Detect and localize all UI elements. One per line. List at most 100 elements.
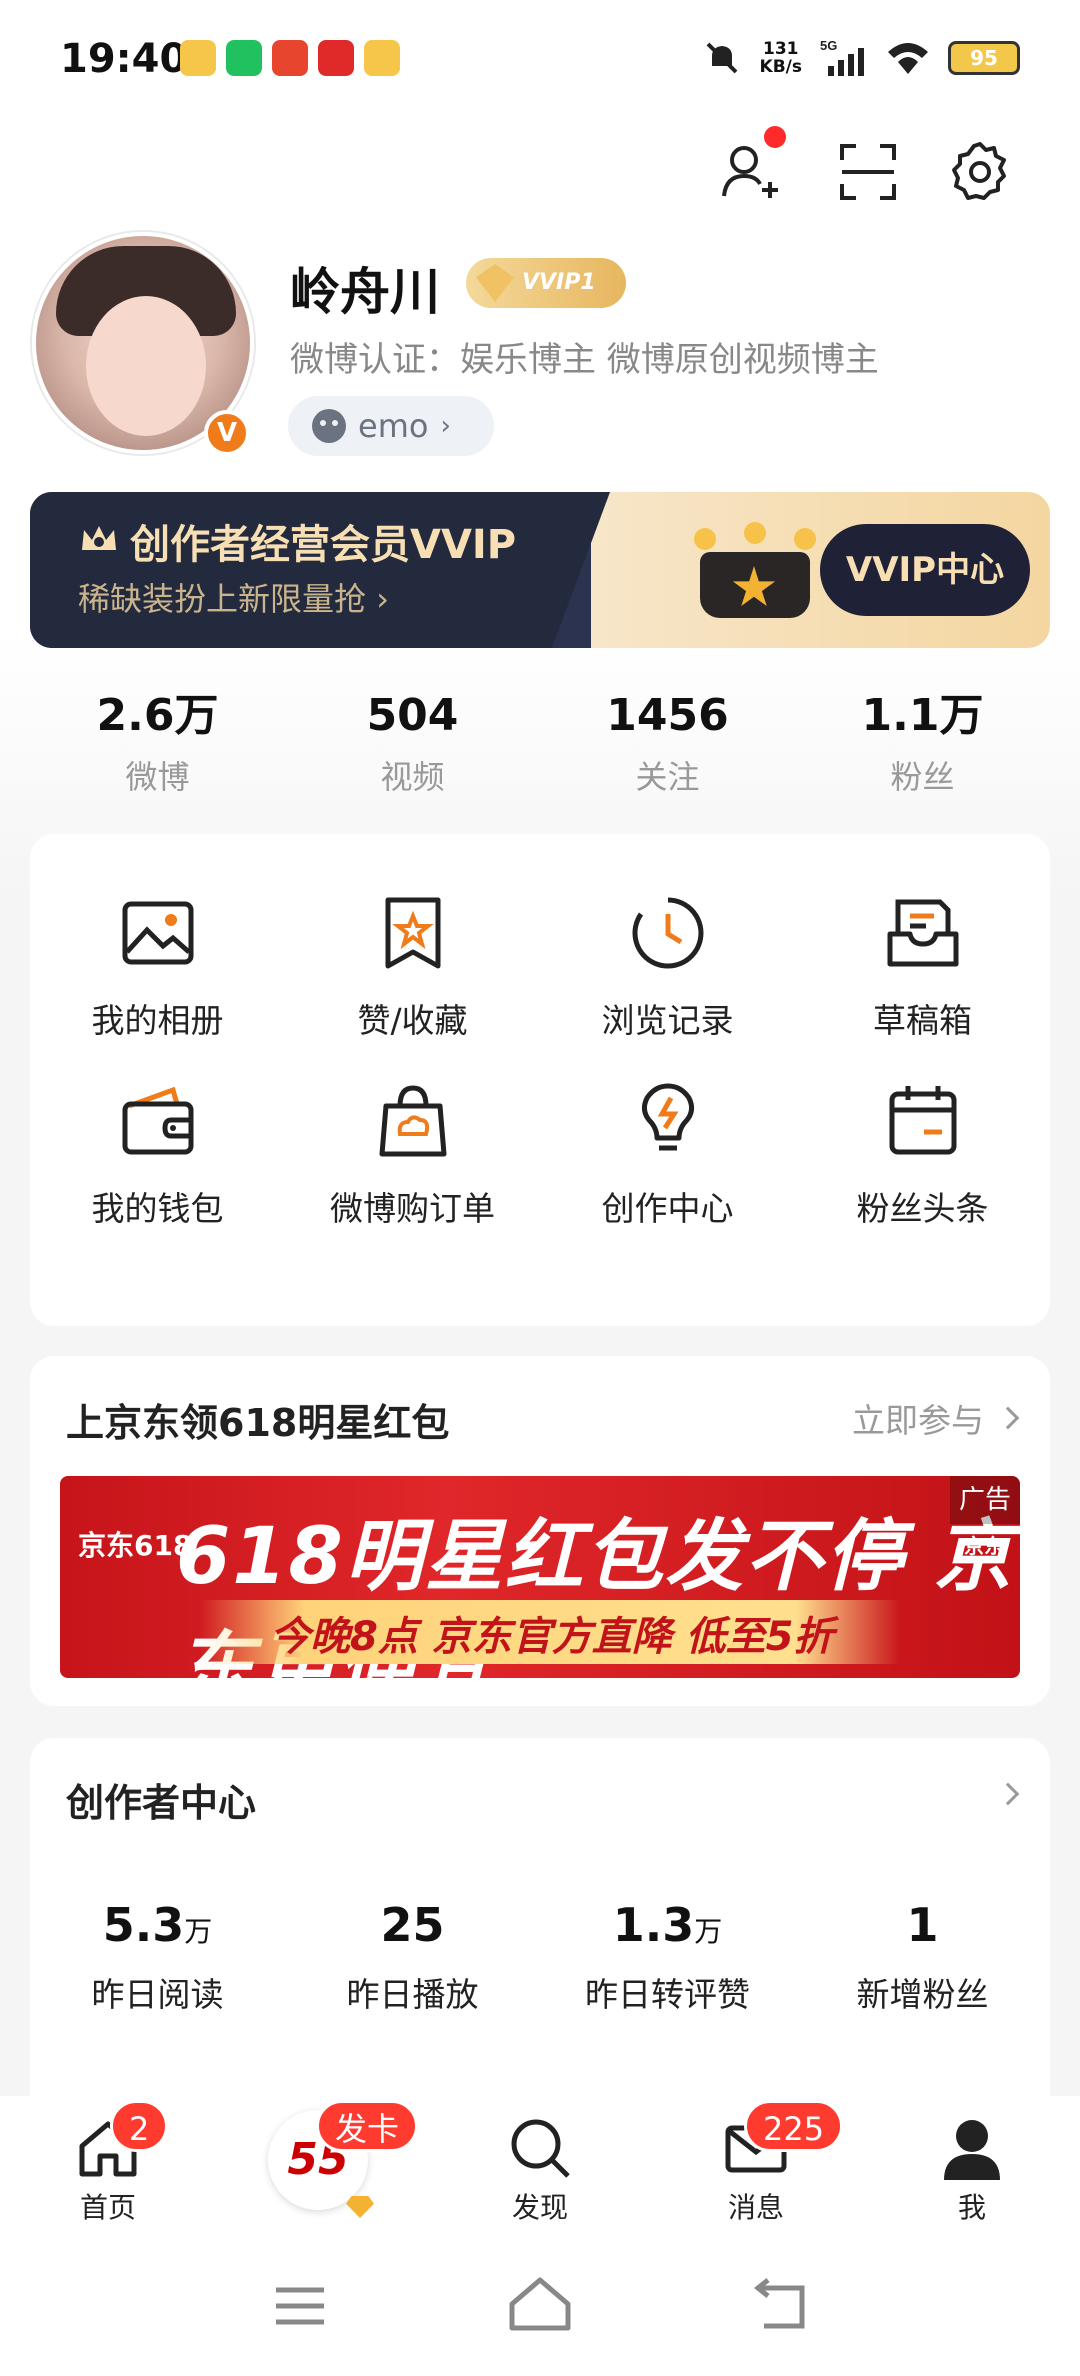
stat-label: 关注 <box>635 758 700 796</box>
history-icon <box>632 897 703 969</box>
stat-following[interactable]: 1456 关注 <box>540 690 795 798</box>
weibo-notification-icon <box>364 40 400 76</box>
home-badge: 2 <box>110 2100 169 2152</box>
creator-stat-value: 1.3 <box>612 1898 695 1952</box>
add-friend-button[interactable] <box>718 126 786 204</box>
stat-videos[interactable]: 504 视频 <box>285 690 540 798</box>
user-icon <box>944 2120 1000 2180</box>
vvip-level-badge[interactable]: VVIP1 <box>466 258 626 308</box>
network-type: 5G <box>820 38 837 53</box>
ad-strip-text: 今晚8点 京东官方直降 低至5折 <box>270 1614 834 1660</box>
tool-wallet[interactable]: 我的钱包 <box>30 1082 285 1230</box>
stat-posts[interactable]: 2.6万微博 <box>30 690 285 798</box>
mute-icon <box>706 42 737 74</box>
tool-label: 微博购订单 <box>330 1189 495 1228</box>
stat-value: 504 <box>366 690 459 741</box>
settings-button[interactable] <box>948 140 1012 204</box>
wifi-icon <box>888 43 928 74</box>
favorites-icon <box>385 897 440 969</box>
mood-tag-label: emo <box>358 407 429 445</box>
join-now-label: 立即参与 <box>852 1401 984 1440</box>
tab-home[interactable]: 首页 2 <box>0 2096 216 2236</box>
app-notification-icon <box>272 40 308 76</box>
vvip-banner[interactable]: 创作者经营会员VVIP 稀缺装扮上新限量抢 › VVIP中心 <box>30 492 1050 648</box>
tool-favorites[interactable]: 赞/收藏 <box>285 894 540 1042</box>
chevron-right-icon <box>996 1406 1020 1430</box>
stat-followers[interactable]: 1.1万粉丝 <box>795 690 1050 798</box>
tab-label: 发现 <box>511 2191 568 2224</box>
stat-label: 粉丝 <box>890 758 955 796</box>
tab-card[interactable]: 55 发卡 <box>216 2096 432 2236</box>
signal-icon: 5G <box>820 38 864 76</box>
network-speed: 131 KB/s <box>760 40 802 76</box>
creator-stat-unit: 万 <box>184 1915 213 1948</box>
scan-button[interactable] <box>836 140 900 204</box>
diamond-icon <box>476 264 514 302</box>
tab-messages[interactable]: 消息 225 <box>648 2096 864 2236</box>
tool-shopping-orders[interactable]: 微博购订单 <box>285 1082 540 1230</box>
photo-album-icon <box>122 901 193 965</box>
speed-unit: KB/s <box>759 57 802 77</box>
creator-center-title: 创作者中心 <box>66 1781 257 1825</box>
mood-tag[interactable]: emo › <box>288 396 494 456</box>
creator-stat-engagement[interactable]: 1.3万 昨日转评赞 <box>540 1898 795 2016</box>
tab-discover[interactable]: 发现 <box>432 2096 648 2236</box>
tab-label: 消息 <box>727 2191 784 2224</box>
stat-value: 1.1万 <box>861 690 984 741</box>
tool-drafts[interactable]: 草稿箱 <box>795 894 1050 1042</box>
tool-my-album[interactable]: 我的相册 <box>30 894 285 1042</box>
gear-icon <box>952 142 1006 200</box>
verification-text: 微博认证：娱乐博主 微博原创视频博主 <box>290 340 879 380</box>
stat-value: 2.6万 <box>96 690 219 741</box>
avatar-face <box>86 296 206 436</box>
jd-ad-banner[interactable]: 京东618 618明星红包发不停 京东更便宜 今晚8点 京东官方直降 低至5折 … <box>60 1476 1020 1678</box>
creator-stat-plays[interactable]: 25 昨日播放 <box>285 1898 540 2016</box>
back-icon[interactable] <box>740 2266 820 2346</box>
vvip-banner-title: 创作者经营会员VVIP <box>78 512 516 570</box>
tool-creator-center[interactable]: 创作中心 <box>540 1082 795 1230</box>
chevron-right-icon: › <box>440 411 451 441</box>
profile-name: 岭舟川 <box>290 263 440 321</box>
join-now-link[interactable]: 立即参与 <box>852 1394 1020 1442</box>
vvip-level-text: VVIP1 <box>522 270 596 295</box>
tools-card: 我的相册 赞/收藏 浏览记录 草稿箱 我的钱包 微博购订单 创作中心 粉丝头条 <box>30 834 1050 1326</box>
card-post-badge: 发卡 <box>316 2100 419 2152</box>
scan-icon <box>840 144 896 200</box>
creator-center-card[interactable]: 创作者中心 5.3万 昨日阅读 25 昨日播放 1.3万 昨日转评赞 1 新增粉丝 <box>30 1738 1050 2138</box>
profile-stats: 2.6万微博 504 视频 1456 关注 1.1万粉丝 <box>30 690 1050 798</box>
status-right: 131 KB/s 5G 95 <box>702 38 1020 78</box>
stat-value: 1456 <box>606 690 729 741</box>
system-navigation-bar <box>0 2236 1080 2376</box>
jd-promo-card[interactable]: 上京东领618明星红包 立即参与 京东618 618明星红包发不停 京东更便宜 … <box>30 1356 1050 1706</box>
stat-label: 视频 <box>380 758 445 796</box>
creator-stat-value: 25 <box>380 1898 445 1952</box>
tab-me[interactable]: 我 <box>864 2096 1080 2236</box>
tool-label: 我的相册 <box>91 1001 224 1040</box>
creator-stat-reads[interactable]: 5.3万 昨日阅读 <box>30 1898 285 2016</box>
tab-label: 我 <box>957 2191 986 2224</box>
stat-label: 微博 <box>125 758 190 796</box>
shopping-bag-icon <box>379 1085 446 1157</box>
vvip-center-button[interactable]: VVIP中心 <box>820 524 1030 616</box>
creator-center-more[interactable] <box>996 1782 1020 1806</box>
ad-tag: 广告 <box>950 1476 1020 1524</box>
home-nav-icon[interactable] <box>500 2266 580 2346</box>
status-time: 19:40 <box>60 36 188 82</box>
verified-badge: V <box>204 410 250 456</box>
tab-label: 首页 <box>79 2191 136 2224</box>
status-bar: 19:40 131 KB/s 5G 95 <box>0 0 1080 120</box>
tools-grid: 我的相册 赞/收藏 浏览记录 草稿箱 我的钱包 微博购订单 创作中心 粉丝头条 <box>30 834 1050 1230</box>
tool-history[interactable]: 浏览记录 <box>540 894 795 1042</box>
tool-fans-headline[interactable]: 粉丝头条 <box>795 1082 1050 1230</box>
tool-label: 粉丝头条 <box>856 1189 989 1228</box>
menu-icon[interactable] <box>260 2266 340 2346</box>
creator-stat-new-fans[interactable]: 1 新增粉丝 <box>795 1898 1050 2016</box>
wallet-icon <box>122 1086 193 1155</box>
crown-icon <box>690 522 820 618</box>
creator-stat-value: 5.3 <box>102 1898 185 1952</box>
diamond-icon <box>346 2196 374 2218</box>
vvip-subtitle-text: 稀缺装扮上新限量抢 <box>78 580 367 618</box>
tool-label: 创作中心 <box>601 1189 734 1228</box>
tool-label: 赞/收藏 <box>357 1001 468 1040</box>
creator-stat-value: 1 <box>906 1898 939 1952</box>
